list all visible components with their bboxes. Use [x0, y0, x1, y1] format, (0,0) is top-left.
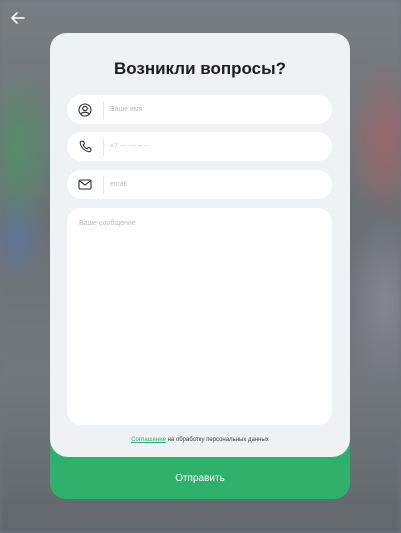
field-divider	[103, 100, 104, 119]
consent-rest-text: на обработку персональных данных	[167, 437, 269, 443]
submit-button[interactable]: Отправить	[50, 457, 350, 499]
phone-input[interactable]	[110, 143, 332, 150]
modal-form-area: Возникли вопросы? Ваше имя +7 --- --- --…	[50, 33, 350, 457]
phone-field[interactable]	[67, 132, 332, 161]
arrow-left-icon	[11, 12, 25, 24]
field-divider	[103, 137, 104, 156]
back-button[interactable]	[8, 8, 28, 28]
email-field[interactable]	[67, 170, 332, 199]
phone-icon	[67, 132, 103, 161]
name-input[interactable]	[110, 106, 332, 113]
name-field[interactable]	[67, 95, 332, 124]
user-icon	[67, 95, 103, 124]
field-divider	[103, 175, 104, 194]
consent-text: Соглашение на обработку персональных дан…	[50, 437, 350, 443]
mail-icon	[67, 170, 103, 199]
agreement-link[interactable]: Соглашение	[131, 437, 166, 443]
contact-modal: Возникли вопросы? Ваше имя +7 --- --- --…	[50, 33, 350, 499]
message-input[interactable]	[67, 208, 332, 425]
email-input[interactable]	[110, 181, 332, 188]
message-field[interactable]	[67, 208, 332, 425]
modal-title: Возникли вопросы?	[113, 59, 287, 78]
